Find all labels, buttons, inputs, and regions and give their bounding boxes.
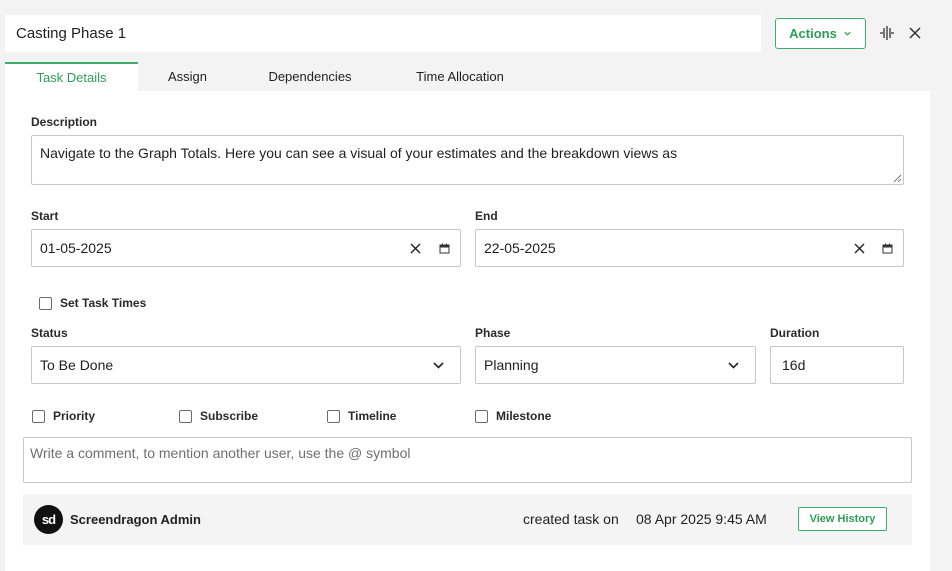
actions-button[interactable]: Actions (775, 18, 866, 49)
status-value: To Be Done (40, 357, 114, 373)
view-history-button[interactable]: View History (798, 507, 887, 531)
task-title-bar[interactable]: Casting Phase 1 (5, 15, 761, 52)
phase-select[interactable]: Planning (475, 346, 756, 384)
milestone-option[interactable]: Milestone (475, 409, 551, 423)
history-date: 08 Apr 2025 9:45 AM (636, 511, 767, 527)
history-action-text: created task on (523, 511, 619, 527)
subscribe-label: Subscribe (200, 409, 259, 423)
priority-label: Priority (53, 409, 96, 423)
subscribe-option[interactable]: Subscribe (179, 409, 258, 423)
milestone-checkbox[interactable] (475, 409, 488, 423)
end-label: End (475, 209, 498, 223)
priority-option[interactable]: Priority (32, 409, 95, 423)
description-label: Description (31, 115, 98, 129)
task-history-bar: sd Screendragon Admin created task on 08… (23, 494, 912, 545)
tab-dependencies[interactable]: Dependencies (237, 62, 383, 91)
start-date-field[interactable]: 01-05-2025 (31, 229, 461, 267)
resize-grip-icon[interactable] (893, 174, 902, 183)
close-icon[interactable] (908, 26, 922, 40)
subscribe-checkbox[interactable] (179, 409, 192, 423)
priority-checkbox[interactable] (32, 409, 45, 423)
split-view-icon[interactable] (879, 25, 895, 41)
avatar: sd (34, 505, 63, 534)
chevron-down-icon (844, 31, 851, 36)
timeline-option[interactable]: Timeline (327, 409, 396, 423)
history-user-name: Screendragon Admin (70, 512, 201, 527)
tab-time-allocation[interactable]: Time Allocation (383, 62, 537, 91)
set-task-times-checkbox[interactable] (39, 296, 52, 310)
duration-label: Duration (770, 326, 820, 340)
tab-bar: Task Details Assign Dependencies Time Al… (5, 62, 537, 91)
status-label: Status (31, 326, 68, 340)
start-label: Start (31, 209, 59, 223)
timeline-label: Timeline (348, 409, 397, 423)
duration-value: 16d (782, 357, 806, 373)
phase-label: Phase (475, 326, 511, 340)
actions-button-label: Actions (789, 26, 837, 41)
timeline-checkbox[interactable] (327, 409, 340, 423)
chevron-down-icon (728, 362, 739, 369)
description-textarea[interactable]: Navigate to the Graph Totals. Here you c… (31, 135, 904, 185)
comment-placeholder: Write a comment, to mention another user… (30, 445, 411, 461)
chevron-down-icon (433, 362, 444, 369)
calendar-icon[interactable] (882, 243, 893, 254)
set-task-times-label: Set Task Times (60, 296, 147, 310)
end-date-value: 22-05-2025 (484, 240, 556, 256)
clear-icon[interactable] (409, 242, 422, 255)
task-title[interactable]: Casting Phase 1 (16, 25, 126, 42)
comment-input[interactable]: Write a comment, to mention another user… (23, 437, 912, 483)
start-date-value: 01-05-2025 (40, 240, 112, 256)
milestone-label: Milestone (496, 409, 552, 423)
end-date-field[interactable]: 22-05-2025 (475, 229, 904, 267)
status-select[interactable]: To Be Done (31, 346, 461, 384)
description-text: Navigate to the Graph Totals. Here you c… (40, 145, 678, 161)
phase-value: Planning (484, 357, 539, 373)
calendar-icon[interactable] (439, 243, 450, 254)
tab-task-details[interactable]: Task Details (5, 62, 138, 91)
task-details-panel: Description Navigate to the Graph Totals… (5, 91, 930, 571)
tab-assign[interactable]: Assign (138, 62, 237, 91)
duration-input[interactable]: 16d (770, 346, 904, 384)
clear-icon[interactable] (853, 242, 866, 255)
set-task-times-option[interactable]: Set Task Times (39, 296, 146, 310)
